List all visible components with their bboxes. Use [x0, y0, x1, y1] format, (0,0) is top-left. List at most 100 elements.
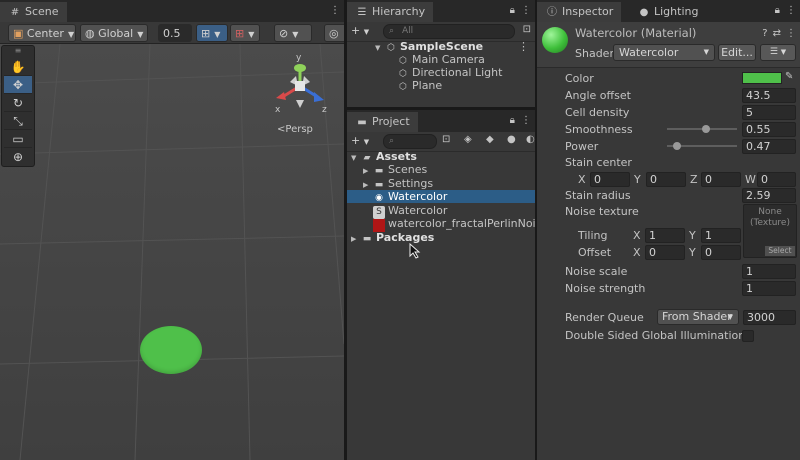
- render-queue-label: Render Queue: [565, 311, 644, 324]
- power-field[interactable]: 0.47: [742, 139, 796, 154]
- stain-center-w-field[interactable]: 0: [757, 172, 796, 187]
- warning-icon[interactable]: ●: [507, 134, 516, 145]
- snap-value-field[interactable]: 0.5: [158, 24, 192, 42]
- search-by-label-icon[interactable]: ◈: [464, 134, 472, 145]
- render-queue-field[interactable]: 3000: [743, 310, 796, 325]
- help-icon[interactable]: ?: [762, 28, 767, 39]
- rotate-tool-icon[interactable]: ↻: [4, 94, 32, 112]
- stain-center-x-field[interactable]: 0: [590, 172, 630, 187]
- hierarchy-item-plane[interactable]: ⬡ Plane: [347, 79, 535, 92]
- noise-strength-label: Noise strength: [565, 282, 646, 295]
- move-tool-icon[interactable]: ✥: [4, 76, 32, 94]
- lock-icon[interactable]: 🔒︎: [510, 3, 515, 19]
- tab-scene[interactable]: # Scene: [0, 2, 67, 22]
- grip-icon[interactable]: ≡: [2, 46, 34, 58]
- material-header: Watercolor (Material) ? ⇄ ⋮ Shader Waterco…: [537, 22, 800, 68]
- green-disc[interactable]: [140, 326, 202, 374]
- noise-scale-field[interactable]: 1: [742, 264, 796, 279]
- more-icon[interactable]: ⋮: [521, 3, 531, 19]
- shader-dropdown[interactable]: Watercolor ▼: [613, 44, 715, 61]
- scene-tab-menu[interactable]: ⋮: [330, 3, 340, 19]
- more-icon[interactable]: ⋮: [521, 113, 531, 129]
- smoothness-slider-handle[interactable]: [702, 125, 710, 133]
- lock-icon[interactable]: 🔒︎: [510, 113, 515, 129]
- hierarchy-search-input[interactable]: ⌕ All: [383, 24, 515, 39]
- project-item-watercolor-shader[interactable]: S Watercolor: [347, 204, 535, 219]
- transform-tool-icon[interactable]: ⊕: [4, 148, 32, 166]
- preset-icon[interactable]: ⇄: [773, 28, 781, 39]
- scene-toolbar: ▣ Center ▼ ◍ Global ▼ 0.5 ⊞ ▼ ⊞ ▼ ⊘ ▼ ◎: [0, 22, 344, 44]
- space-dropdown[interactable]: ◍ Global ▼: [80, 24, 148, 42]
- noise-texture-slot[interactable]: None (Texture) Select: [743, 204, 797, 258]
- edit-shader-button[interactable]: Edit...: [718, 44, 756, 61]
- hierarchy-item-directional-light[interactable]: ⬡ Directional Light: [347, 66, 535, 79]
- project-item-watercolor-material[interactable]: ◉ Watercolor: [347, 190, 535, 203]
- inspector-tabbar: ⓘ Inspector ● Lighting 🔒︎ ⋮: [537, 0, 800, 22]
- pivot-dropdown[interactable]: ▣ Center ▼: [8, 24, 76, 42]
- stain-radius-field[interactable]: 2.59: [742, 188, 796, 203]
- hand-tool-icon[interactable]: ✋: [4, 58, 32, 76]
- tiling-x-field[interactable]: 1: [645, 228, 685, 243]
- tab-project[interactable]: ▬ Project: [347, 112, 418, 132]
- double-sided-gi-label: Double Sided Global Illumination: [565, 329, 746, 342]
- angle-offset-field[interactable]: 43.5: [742, 88, 796, 103]
- texture-slot-text: None (Texture): [750, 207, 790, 228]
- more-icon[interactable]: ⋮: [330, 3, 340, 19]
- chevron-down-icon: ▼: [363, 28, 370, 36]
- color-swatch[interactable]: [742, 72, 782, 84]
- tab-hierarchy[interactable]: ☰ Hierarchy: [347, 2, 434, 22]
- render-queue-dropdown[interactable]: From Shader ▼: [657, 309, 739, 325]
- more-icon[interactable]: ⋮: [786, 3, 796, 19]
- more-icon[interactable]: ⋮: [518, 40, 529, 53]
- scale-tool-icon[interactable]: ⤡: [4, 112, 32, 130]
- tag-icon[interactable]: ◆: [486, 134, 494, 145]
- gizmo-tool-dropdown[interactable]: ⊘ ▼: [274, 24, 312, 42]
- tab-lighting[interactable]: ● Lighting: [629, 2, 706, 22]
- search-by-type-icon[interactable]: ⊡: [442, 134, 450, 145]
- orientation-gizmo[interactable]: y x z: [270, 52, 330, 116]
- grid-snap-toggle[interactable]: ⊞ ▼: [196, 24, 228, 42]
- offset-y-field[interactable]: 0: [701, 245, 741, 260]
- lock-icon[interactable]: 🔒︎: [775, 3, 780, 19]
- color-label: Color: [565, 72, 594, 85]
- list-icon: ☰: [357, 7, 367, 18]
- offset-x-field[interactable]: 0: [645, 245, 685, 260]
- cell-density-field[interactable]: 5: [742, 105, 796, 120]
- smoothness-field[interactable]: 0.55: [742, 122, 796, 137]
- eyedropper-icon[interactable]: ✎: [785, 71, 793, 82]
- noise-texture-label: Noise texture: [565, 205, 639, 218]
- chevron-down-icon: ▼: [292, 30, 299, 39]
- stain-center-z-field[interactable]: 0: [701, 172, 741, 187]
- project-item-scenes[interactable]: ▶ ▬ Scenes: [347, 163, 535, 176]
- project-item-noise-texture[interactable]: ■ watercolor_fractalPerlinNoise: [347, 217, 535, 232]
- hierarchy-tabbar: ☰ Hierarchy 🔒︎ ⋮: [347, 0, 535, 22]
- noise-strength-field[interactable]: 1: [742, 281, 796, 296]
- hierarchy-item-main-camera[interactable]: ⬡ Main Camera: [347, 53, 535, 66]
- project-panel: ▬ Project 🔒︎ ⋮ + ▼ ⌕ ⊡ ◈ ◆ ● ◐ ▼ ▰ Assets ▶ ▬…: [347, 110, 535, 460]
- project-search-input[interactable]: ⌕: [383, 134, 437, 149]
- create-asset-dropdown[interactable]: + ▼: [351, 134, 369, 147]
- scene-root-row[interactable]: ▼ ⬡ SampleScene ⋮: [347, 40, 535, 53]
- power-slider-handle[interactable]: [673, 142, 681, 150]
- packages-folder-row[interactable]: ▶ ▬ Packages: [347, 231, 535, 244]
- double-sided-gi-checkbox[interactable]: [742, 330, 754, 342]
- project-item-settings[interactable]: ▶ ▬ Settings: [347, 177, 535, 190]
- assets-folder-row[interactable]: ▼ ▰ Assets: [347, 150, 535, 163]
- compass-icon: ⊘: [279, 27, 289, 40]
- visibility-icon[interactable]: ◐: [526, 134, 535, 145]
- tab-inspector[interactable]: ⓘ Inspector: [537, 2, 622, 22]
- search-icon: ⌕: [389, 26, 395, 36]
- shader-options-button[interactable]: ☰ ▼: [760, 44, 796, 61]
- texture-select-button[interactable]: Select: [765, 246, 795, 256]
- more-icon[interactable]: ⋮: [786, 28, 796, 39]
- rect-tool-icon[interactable]: ▭: [4, 130, 32, 148]
- collapsed-triangle-icon[interactable]: ▶: [351, 233, 361, 246]
- scene-view-options[interactable]: ◎: [324, 24, 344, 42]
- create-dropdown[interactable]: + ▼: [351, 24, 369, 37]
- search-options-icon[interactable]: ⊡: [523, 24, 531, 35]
- stain-center-y-field[interactable]: 0: [646, 172, 686, 187]
- tiling-y-field[interactable]: 1: [701, 228, 741, 243]
- increment-snap-toggle[interactable]: ⊞ ▼: [230, 24, 260, 42]
- view-mode-label[interactable]: <Persp: [277, 124, 313, 135]
- hierarchy-toolbar: + ▼ ⌕ All ⊡: [347, 22, 535, 42]
